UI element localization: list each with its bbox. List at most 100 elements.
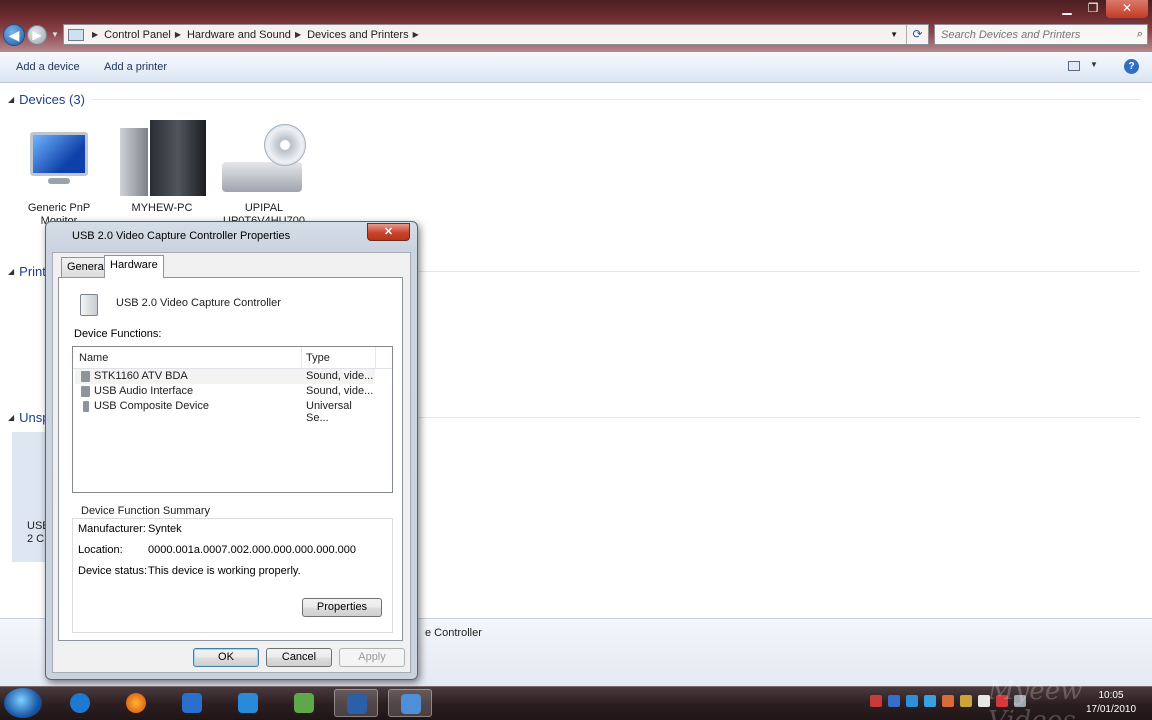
tray-icon[interactable] [906, 695, 918, 707]
row-type: Universal Se... [306, 400, 352, 424]
computer-icon[interactable] [120, 120, 206, 196]
back-button[interactable]: ◀ [3, 24, 25, 46]
list-item[interactable]: USB Composite Device Universal Se... [75, 399, 375, 424]
details-pane-device-name: e Controller [425, 627, 482, 639]
taskbar-internet-explorer[interactable] [58, 689, 102, 717]
search-input[interactable] [935, 25, 1125, 44]
manufacturer-value: Syntek [148, 523, 182, 535]
column-divider[interactable] [375, 347, 376, 368]
column-divider[interactable] [301, 347, 302, 368]
device-status-label: Device status: [78, 565, 148, 577]
row-name: USB Audio Interface [94, 385, 194, 397]
breadcrumb-devices-and-printers[interactable]: Devices and Printers [307, 29, 409, 41]
group-header-devices[interactable]: ◢ Devices (3) [8, 92, 85, 107]
window-controls: ▁ ❐ ✕ [1054, 0, 1148, 18]
speaker-icon [81, 371, 90, 382]
group-divider [418, 417, 1140, 418]
group-title-printers: Print [19, 264, 46, 279]
collapse-triangle-icon[interactable]: ◢ [8, 95, 14, 104]
tray-icon[interactable] [888, 695, 900, 707]
taskbar-app[interactable] [226, 689, 270, 717]
control-panel-icon [68, 28, 84, 41]
tray-icon[interactable] [870, 695, 882, 707]
monitor-icon[interactable] [30, 132, 88, 184]
add-printer-button[interactable]: Add a printer [104, 61, 167, 73]
breadcrumb-control-panel[interactable]: Control Panel [104, 29, 171, 41]
address-bar[interactable]: ▶ Control Panel ▶ Hardware and Sound ▶ D… [63, 24, 929, 45]
collapse-triangle-icon[interactable]: ◢ [8, 413, 14, 422]
tray-icon[interactable] [942, 695, 954, 707]
hardware-tab-panel: USB 2.0 Video Capture Controller Device … [58, 277, 403, 641]
manufacturer-label: Manufacturer: [78, 523, 146, 535]
taskbar-app[interactable] [282, 689, 326, 717]
app-icon [182, 693, 202, 713]
taskbar-movie-maker[interactable] [334, 689, 378, 717]
search-icon[interactable]: ⌕ [1137, 28, 1143, 41]
chevron-right-icon[interactable]: ▶ [295, 30, 301, 39]
usb-plug-icon [83, 401, 89, 412]
tray-icon[interactable] [960, 695, 972, 707]
location-value: 0000.001a.0007.002.000.000.000.000.000 [148, 544, 356, 556]
dialog-close-button[interactable]: ✕ [367, 223, 410, 241]
start-button[interactable] [4, 688, 42, 718]
column-header-type[interactable]: Type [306, 352, 330, 364]
change-view-icon[interactable] [1068, 61, 1080, 71]
dialog-body: General Hardware USB 2.0 Video Capture C… [52, 252, 411, 673]
command-bar [0, 52, 1152, 83]
summary-title: Device Function Summary [79, 505, 212, 517]
tray-icon[interactable] [924, 695, 936, 707]
group-divider [92, 99, 1140, 100]
speaker-icon [81, 386, 90, 397]
properties-button[interactable]: Properties [302, 598, 382, 617]
tab-hardware[interactable]: Hardware [104, 255, 164, 278]
chevron-right-icon[interactable]: ▶ [413, 30, 419, 39]
selected-device-tile[interactable]: USB 2 C [12, 432, 50, 562]
device-myhew-pc-label[interactable]: MYHEW-PC [120, 202, 204, 215]
minimize-button[interactable]: ▁ [1054, 0, 1080, 18]
address-dropdown-icon[interactable]: ▼ [890, 30, 898, 39]
group-divider [418, 271, 1140, 272]
taskbar-firefox[interactable] [114, 689, 158, 717]
dialog-title: USB 2.0 Video Capture Controller Propert… [72, 230, 291, 242]
film-icon [347, 694, 367, 714]
row-name: USB Composite Device [94, 400, 209, 412]
group-header-unspecified[interactable]: ◢ Unsp [8, 410, 50, 425]
refresh-icon[interactable]: ⟳ [906, 25, 928, 44]
device-functions-label: Device Functions: [74, 328, 162, 340]
device-status-value: This device is working properly. [148, 565, 301, 577]
watermark: Myeew Videos [988, 676, 1083, 720]
recent-pages-dropdown[interactable]: ▼ [51, 30, 59, 39]
back-arrow-icon: ◀ [8, 27, 20, 43]
properties-dialog: USB 2.0 Video Capture Controller Propert… [45, 221, 418, 680]
control-panel-icon [401, 694, 421, 714]
cancel-button[interactable]: Cancel [266, 648, 332, 667]
add-device-button[interactable]: Add a device [16, 61, 80, 73]
restore-button[interactable]: ❐ [1080, 0, 1106, 18]
close-button[interactable]: ✕ [1106, 0, 1148, 18]
row-name: STK1160 ATV BDA [94, 370, 188, 382]
search-box[interactable]: ⌕ [934, 24, 1148, 45]
chevron-right-icon[interactable]: ▶ [92, 30, 98, 39]
list-item[interactable]: USB Audio Interface Sound, vide... [75, 384, 375, 399]
device-functions-list[interactable]: Name Type STK1160 ATV BDA Sound, vide...… [72, 346, 393, 493]
help-icon[interactable]: ? [1124, 59, 1139, 74]
taskbar-control-panel[interactable] [388, 689, 432, 717]
list-item[interactable]: STK1160 ATV BDA Sound, vide... [75, 369, 375, 384]
ok-button[interactable]: OK [193, 648, 259, 667]
optical-drive-icon[interactable] [222, 124, 308, 194]
taskbar-app[interactable] [170, 689, 214, 717]
view-options-dropdown-icon[interactable]: ▼ [1090, 60, 1098, 69]
internet-explorer-icon [70, 693, 90, 713]
collapse-triangle-icon[interactable]: ◢ [8, 267, 14, 276]
breadcrumb-hardware-and-sound[interactable]: Hardware and Sound [187, 29, 291, 41]
app-icon [238, 693, 258, 713]
chevron-right-icon[interactable]: ▶ [175, 30, 181, 39]
usb-device-icon [80, 294, 98, 316]
apply-button: Apply [339, 648, 405, 667]
column-header-name[interactable]: Name [79, 352, 108, 364]
forward-button[interactable]: ▶ [27, 25, 47, 45]
location-label: Location: [78, 544, 123, 556]
device-name: USB 2.0 Video Capture Controller [116, 297, 281, 309]
group-header-printers[interactable]: ◢ Print [8, 264, 46, 279]
app-icon [294, 693, 314, 713]
